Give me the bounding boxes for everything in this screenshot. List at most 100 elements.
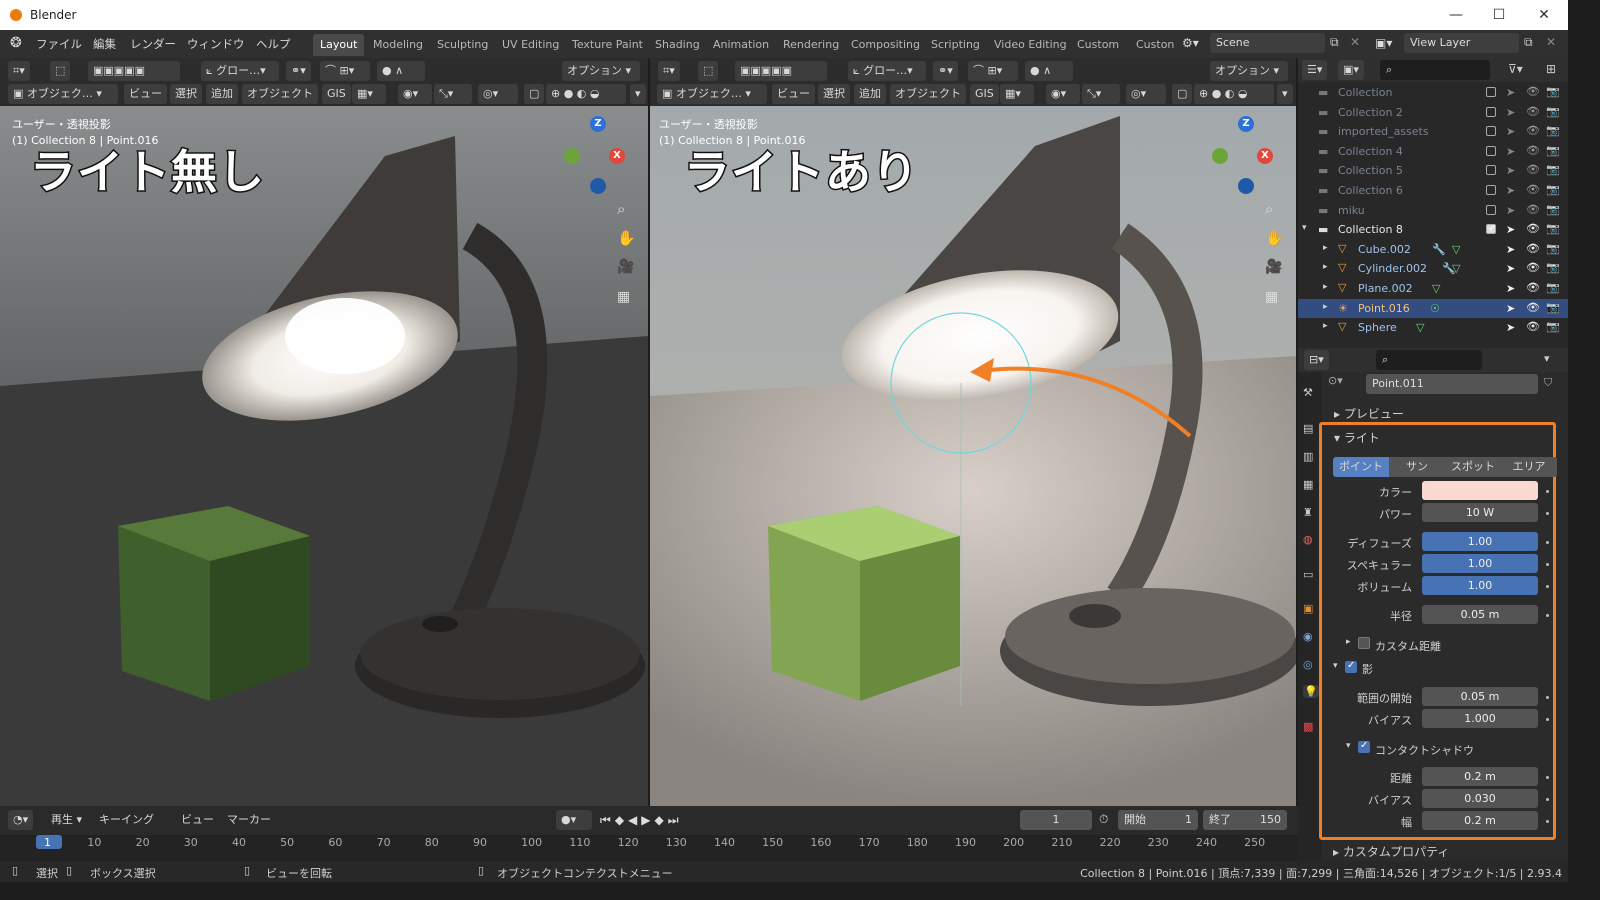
contact-shadow-checkbox[interactable] <box>1358 740 1370 753</box>
menu-help[interactable]: ヘルプ <box>256 36 291 52</box>
select-arrow-icon[interactable]: ➤ <box>1506 262 1515 275</box>
tab-rendering[interactable]: Rendering <box>776 34 846 56</box>
camera-render-icon[interactable]: 📷 <box>1546 301 1560 314</box>
camera-render-icon[interactable]: 📷 <box>1546 222 1560 235</box>
right-mode-select[interactable]: ▣ オブジェク… ▾ <box>657 84 767 104</box>
stopwatch-icon[interactable]: ⏱ <box>1099 812 1108 827</box>
custom-distance-expand-icon[interactable]: ▸ <box>1346 637 1351 647</box>
right-pan-icon[interactable]: ✋ <box>1265 229 1284 247</box>
delete-view-layer-icon[interactable]: ✕ <box>1546 35 1556 49</box>
eye-icon[interactable]: 👁 <box>1526 144 1540 157</box>
tab-layout[interactable]: Layout <box>313 34 365 56</box>
custom-distance-checkbox[interactable] <box>1358 637 1370 649</box>
left-gizmo-x-icon[interactable]: X <box>609 148 625 164</box>
tool-tab-icon[interactable]: ⚒ <box>1303 386 1313 399</box>
left-pan-icon[interactable]: ✋ <box>617 229 636 247</box>
exclude-checkbox[interactable] <box>1486 223 1496 235</box>
eye-icon[interactable]: 👁 <box>1526 242 1540 255</box>
select-arrow-icon[interactable]: ➤ <box>1506 106 1515 119</box>
timeline-ruler[interactable]: 1 10 20 30 40 50 60 70 80 90 100 110 120 130 140 150 160… <box>0 835 1298 863</box>
right-grid-icon[interactable]: ▦ <box>1265 289 1278 305</box>
outliner-row[interactable]: ▸ ☀ Point.016 ☉ ➤ 👁 📷 <box>1298 298 1568 319</box>
outliner-row[interactable]: ▬ Collection 2 ➤ 👁 📷 <box>1298 103 1568 123</box>
scene-icon[interactable]: ⚙▾ <box>1182 36 1199 50</box>
right-editor-type-button[interactable]: ⌗▾ <box>658 61 680 81</box>
outliner-row[interactable]: ▬ Collection 5 ➤ 👁 📷 <box>1298 161 1568 181</box>
exclude-checkbox[interactable] <box>1486 185 1496 195</box>
left-options-button[interactable]: オプション ▾ <box>562 61 640 81</box>
diffuse-slider[interactable]: 1.00 <box>1422 532 1538 551</box>
new-scene-icon[interactable]: ⧉ <box>1330 35 1339 50</box>
camera-render-icon[interactable]: 📷 <box>1546 203 1560 216</box>
prev-keyframe-icon[interactable]: ◆ <box>615 813 624 827</box>
properties-editor-type-button[interactable]: ⊟▾ <box>1304 350 1329 370</box>
keyframe-dot[interactable] <box>1546 563 1549 566</box>
bias-field[interactable]: 1.000 <box>1422 709 1538 728</box>
constraints-tab-icon[interactable]: ◎ <box>1303 658 1313 671</box>
end-frame-field[interactable]: 終了 150 <box>1203 810 1287 830</box>
menu-window[interactable]: ウィンドウ <box>187 36 245 52</box>
left-gizmo-negz-icon[interactable] <box>590 178 606 194</box>
keyframe-dot[interactable] <box>1546 820 1549 823</box>
left-gis-menu[interactable]: GIS <box>322 84 351 104</box>
modifier-wrench-icon[interactable]: 🔧 <box>1432 243 1446 256</box>
exclude-checkbox[interactable] <box>1486 126 1496 137</box>
keyframe-dot[interactable] <box>1546 718 1549 721</box>
light-type-sun[interactable]: サン <box>1389 456 1445 477</box>
right-gizmo-x-icon[interactable]: X <box>1257 148 1273 164</box>
fake-user-shield-icon[interactable]: ⛉ <box>1544 376 1552 390</box>
right-gizmo-y-icon[interactable] <box>1212 148 1228 164</box>
left-select-menu[interactable]: 選択 <box>170 84 202 104</box>
mesh-data-icon[interactable]: ▽ <box>1432 282 1440 295</box>
output-tab-icon[interactable]: ▥ <box>1303 450 1313 463</box>
left-shading-icons[interactable]: ⊕ ● ◐ ◒ <box>546 84 626 104</box>
outliner-row[interactable]: ▬ Collection 4 ➤ 👁 📷 <box>1298 142 1568 162</box>
expand-icon[interactable]: ▸ <box>1323 262 1328 272</box>
current-frame-field[interactable]: 1 <box>1020 810 1092 830</box>
outliner-display-mode-button[interactable]: ▣▾ <box>1338 60 1364 80</box>
new-view-layer-icon[interactable]: ⧉ <box>1524 35 1533 50</box>
left-gis-icon[interactable]: ▦▾ <box>352 84 386 104</box>
left-editor-type-button[interactable]: ⌗▾ <box>8 61 30 81</box>
keyframe-dot[interactable] <box>1546 614 1549 617</box>
outliner-search-input[interactable]: ⌕ <box>1380 60 1490 80</box>
tab-video-editing[interactable]: Video Editing <box>987 34 1074 56</box>
select-arrow-icon[interactable]: ➤ <box>1506 302 1515 315</box>
marker-menu[interactable]: マーカー <box>222 810 276 830</box>
outliner-row[interactable]: ▬ Collection 6 ➤ 👁 📷 <box>1298 181 1568 201</box>
left-shading-dropdown[interactable]: ▾ <box>630 84 646 104</box>
right-visibility-icon[interactable]: ◉▾ <box>1046 84 1080 104</box>
left-overlay-icon[interactable]: ◎▾ <box>478 84 518 104</box>
right-gizmo-icon[interactable]: ⤡▾ <box>1082 84 1120 104</box>
playback-menu[interactable]: 再生 ▾ <box>46 810 90 830</box>
left-camera-icon[interactable]: 🎥 <box>617 259 634 275</box>
eye-icon[interactable]: 👁 <box>1526 301 1540 314</box>
left-visibility-icon[interactable]: ◉▾ <box>398 84 432 104</box>
tab-scripting[interactable]: Scripting <box>924 34 987 56</box>
shadow-expand-icon[interactable]: ▾ <box>1333 661 1338 671</box>
clip-start-field[interactable]: 0.05 m <box>1422 687 1538 706</box>
left-transform-orientation[interactable]: ⟀ グロー…▾ <box>201 61 279 81</box>
select-arrow-icon[interactable]: ➤ <box>1506 184 1515 197</box>
menu-render[interactable]: レンダー <box>130 36 176 52</box>
camera-render-icon[interactable]: 📷 <box>1546 261 1560 274</box>
right-proportional-icon[interactable]: ● ∧ <box>1025 61 1073 81</box>
eye-icon[interactable]: 👁 <box>1526 85 1540 98</box>
camera-render-icon[interactable]: 📷 <box>1546 281 1560 294</box>
thickness-field[interactable]: 0.2 m <box>1422 811 1538 830</box>
right-options-button[interactable]: オプション ▾ <box>1210 61 1288 81</box>
right-select-menu[interactable]: 選択 <box>818 84 850 104</box>
maximize-button[interactable]: ☐ <box>1489 5 1509 25</box>
tab-shading[interactable]: Shading <box>648 34 707 56</box>
camera-render-icon[interactable]: 📷 <box>1546 242 1560 255</box>
next-keyframe-icon[interactable]: ◆ <box>655 813 664 827</box>
eye-icon[interactable]: 👁 <box>1526 163 1540 176</box>
camera-render-icon[interactable]: 📷 <box>1546 163 1560 176</box>
keyframe-dot[interactable] <box>1546 512 1549 515</box>
camera-render-icon[interactable]: 📷 <box>1546 144 1560 157</box>
select-arrow-icon[interactable]: ➤ <box>1506 145 1515 158</box>
left-select-tool-icon[interactable]: ⬚ <box>50 61 71 81</box>
tab-compositing[interactable]: Compositing <box>844 34 927 56</box>
right-snap-icon[interactable]: ⌒ ⊞▾ <box>968 61 1018 81</box>
outliner-row[interactable]: ▸ ▽ Sphere ▽ ➤ 👁 📷 <box>1298 318 1568 338</box>
